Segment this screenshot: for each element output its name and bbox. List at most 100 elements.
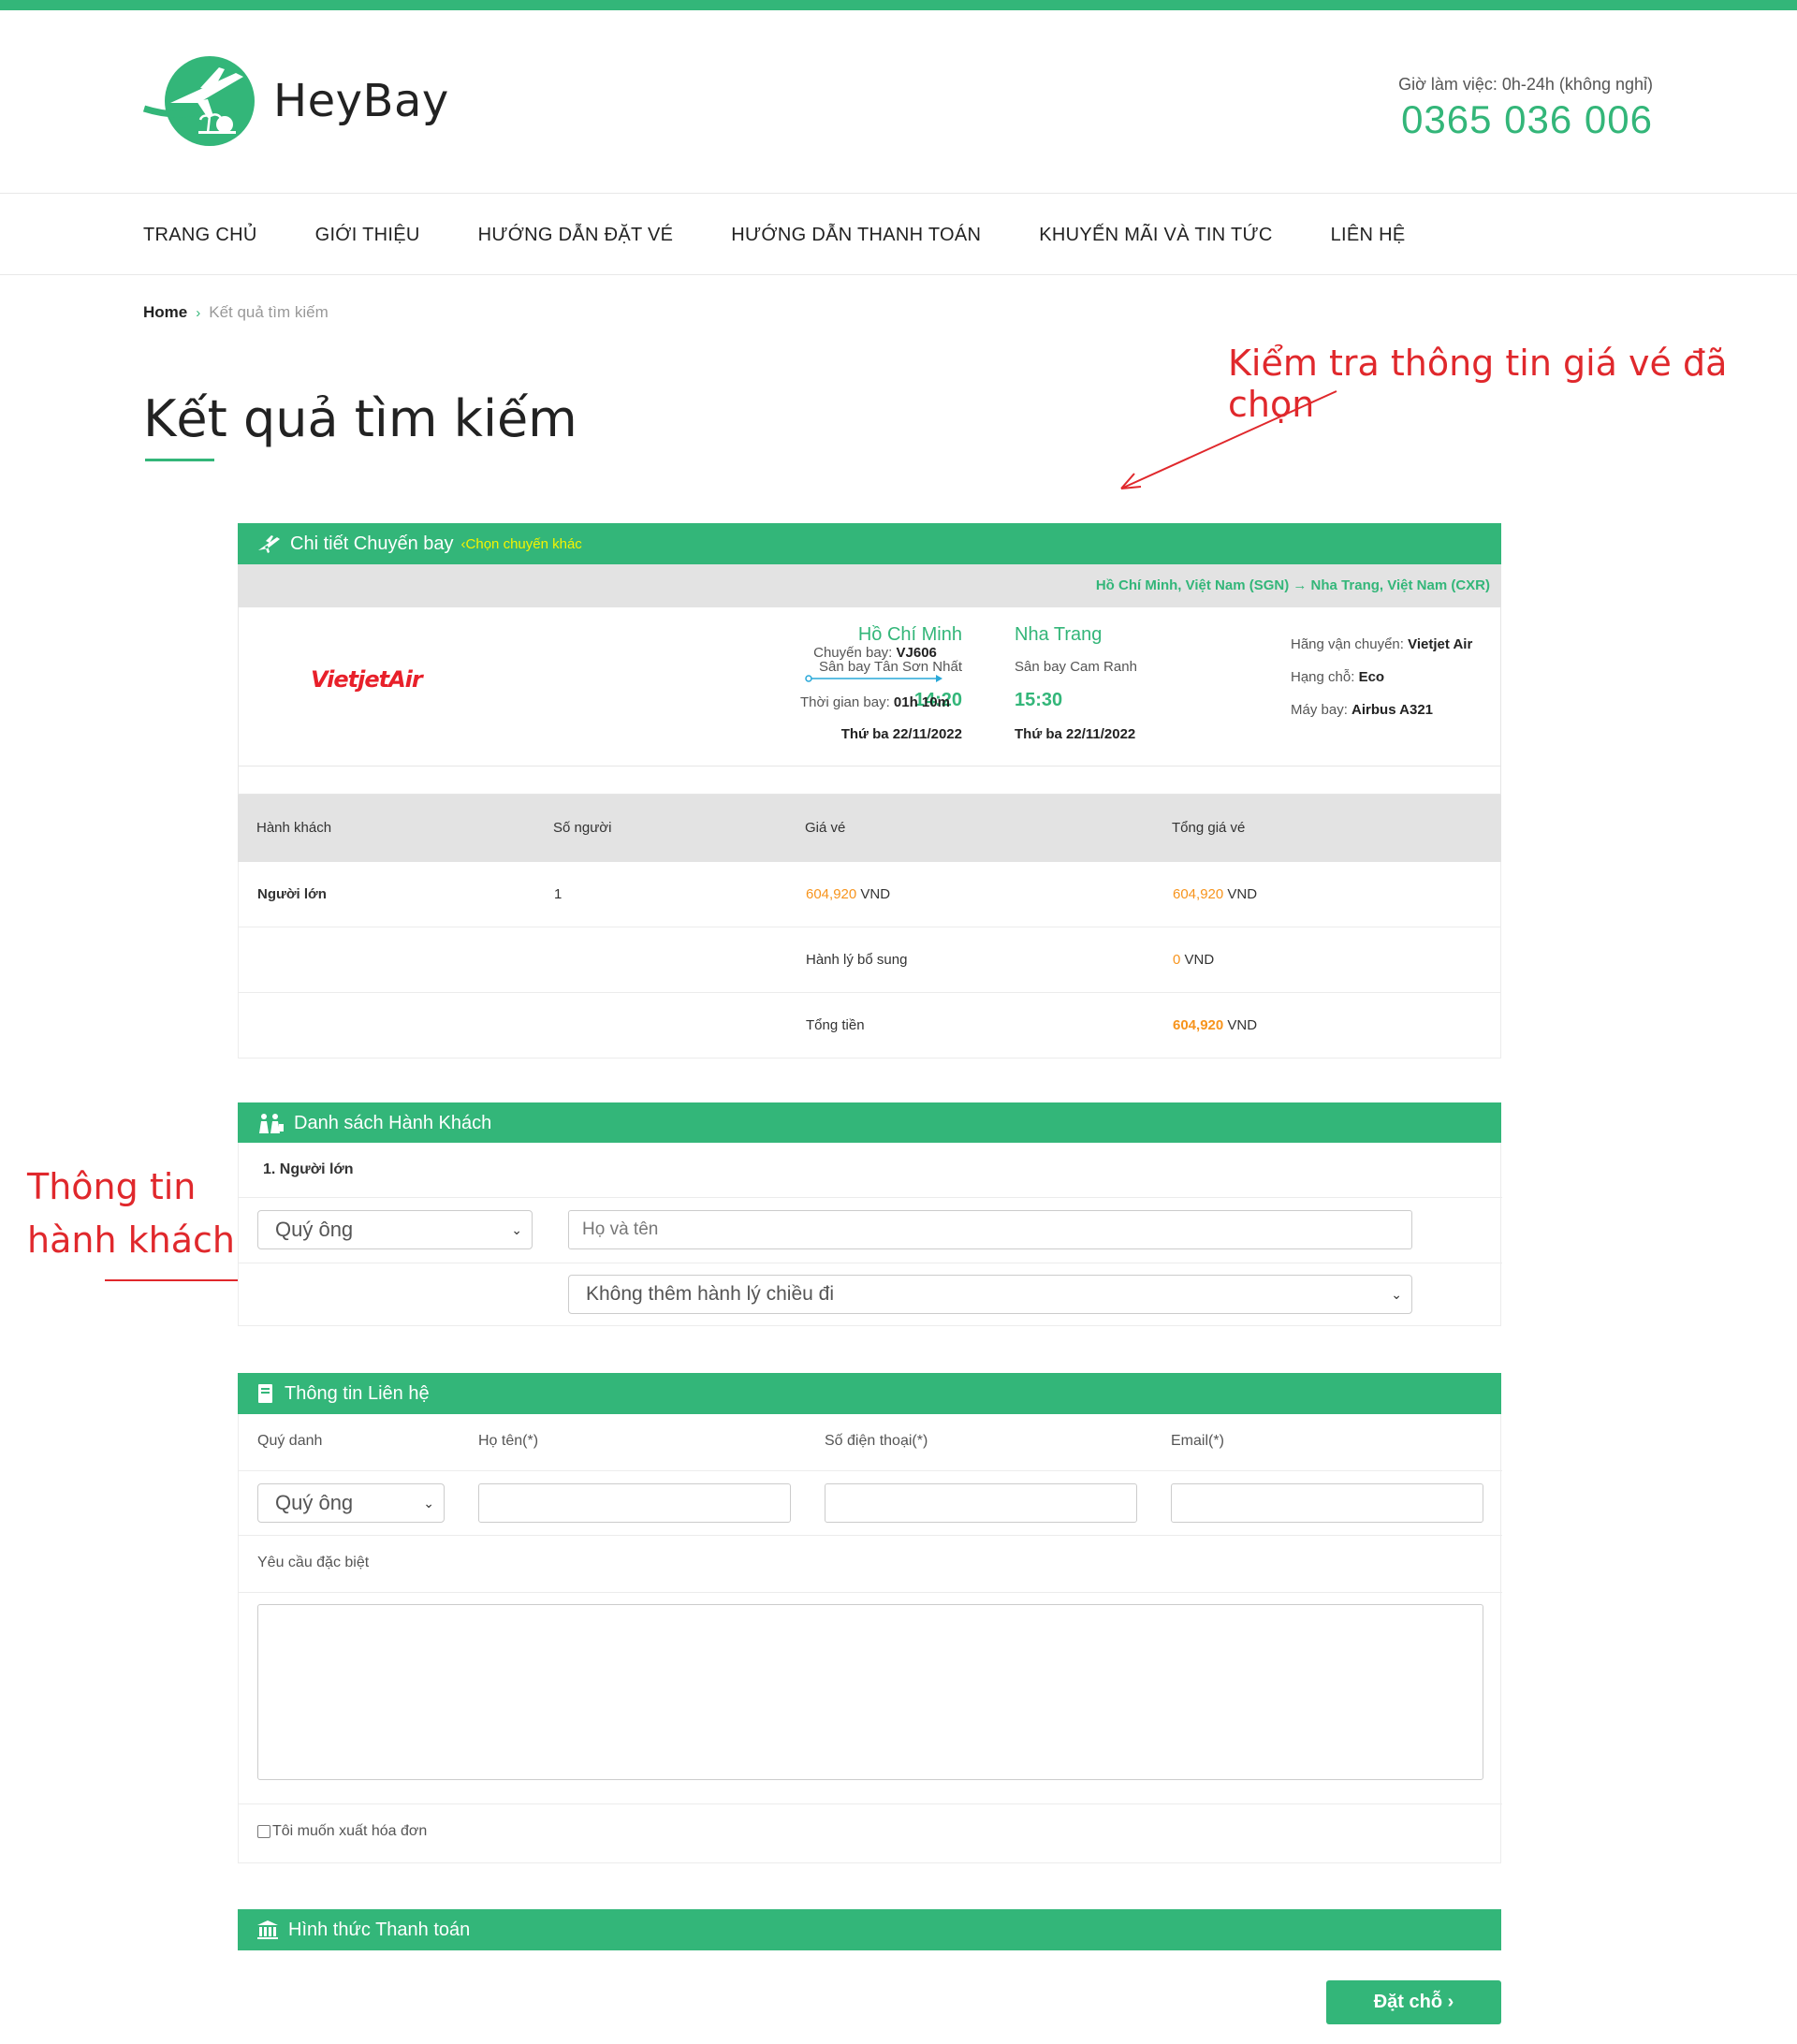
label-name: Họ tên(*) <box>478 1433 539 1449</box>
aircraft-label: Máy bay: <box>1291 702 1348 718</box>
book-button[interactable]: Đặt chỗ › <box>1326 1980 1501 2024</box>
flight-no-label: Chuyến bay: <box>813 645 893 661</box>
flight-mid-info: Chuyến bay: VJ606 Thời gian bay: 01h 10m <box>782 645 969 710</box>
flight-detail-header: Chi tiết Chuyến bay ‹Chọn chuyến khác <box>238 523 1501 564</box>
baggage-select-value: Không thêm hành lý chiều đi <box>586 1283 835 1305</box>
nav-item-home[interactable]: TRANG CHỦ <box>143 225 257 246</box>
contact-book-icon <box>256 1383 275 1404</box>
annotation-passenger-line1: Thông tin <box>27 1166 197 1207</box>
route-summary: Hồ Chí Minh, Việt Nam (SGN) → Nha Trang,… <box>238 564 1501 607</box>
arrival-airport: Sân bay Cam Ranh <box>1015 659 1137 675</box>
payment-method-title: Hình thức Thanh toán <box>288 1919 471 1940</box>
currency: VND <box>1227 1017 1258 1033</box>
departure-city: Hồ Chí Minh <box>857 624 962 645</box>
passenger-list-title: Danh sách Hành Khách <box>294 1112 492 1133</box>
class-value: Eco <box>1358 669 1385 685</box>
price-table-header: Hành khách Số người Giá vé Tổng giá vé <box>238 795 1501 862</box>
divider <box>239 1803 1502 1804</box>
passenger-list-header: Danh sách Hành Khách <box>238 1102 1501 1144</box>
arrival-time: 15:30 <box>1015 690 1063 710</box>
title-underline <box>145 459 214 461</box>
chevron-down-icon: ⌄ <box>511 1222 522 1237</box>
table-row: Hành lý bổ sung 0 VND <box>238 927 1501 993</box>
duration-label: Thời gian bay: <box>800 694 890 710</box>
grand-total-label: Tổng tiền <box>806 1017 865 1033</box>
airplane-icon <box>256 533 281 554</box>
annotation-check-price: Kiểm tra thông tin giá vé đã chọn <box>1228 343 1728 425</box>
invoice-label[interactable]: Tôi muốn xuất hóa đơn <box>272 1823 427 1840</box>
passengers-icon <box>256 1113 285 1133</box>
adult-price: 604,920 <box>806 886 857 902</box>
class-label: Hạng chỗ: <box>1291 669 1355 685</box>
contact-title-value: Quý ông <box>275 1491 354 1514</box>
baggage-value: 0 <box>1173 952 1181 968</box>
header-passenger: Hành khách <box>256 820 332 836</box>
airplane-logo-icon <box>142 54 256 148</box>
divider <box>239 1470 1502 1471</box>
passenger-title-select[interactable]: Quý ông ⌄ <box>257 1210 533 1249</box>
annotation-passenger-line2: hành khách <box>27 1219 235 1261</box>
top-accent-bar <box>0 0 1797 10</box>
baggage-select[interactable]: Không thêm hành lý chiều đi ⌄ <box>568 1275 1412 1314</box>
adult-count: 1 <box>554 886 562 902</box>
header-price: Giá vé <box>805 820 846 836</box>
flight-number: VJ606 <box>896 645 937 661</box>
arrival-info: Nha Trang Sân bay Cam Ranh 15:30 Thứ ba … <box>1015 624 1137 742</box>
table-row: Tổng tiền 604,920 VND <box>238 993 1501 1058</box>
hotline-number[interactable]: 0365 036 006 <box>1401 97 1653 142</box>
aircraft-value: Airbus A321 <box>1351 702 1434 718</box>
nav-item-payment-guide[interactable]: HƯỚNG DẪN THANH TOÁN <box>731 225 981 246</box>
arrival-date: Thứ ba 22/11/2022 <box>1015 726 1136 742</box>
contact-info-header: Thông tin Liên hệ <box>238 1373 1501 1414</box>
site-logo[interactable]: HeyBay <box>142 54 449 148</box>
chevron-down-icon: ⌄ <box>423 1496 434 1511</box>
flight-detail-title: Chi tiết Chuyến bay <box>290 533 454 554</box>
adult-label: Người lớn <box>257 886 327 902</box>
contact-form: Quý danh Họ tên(*) Số điện thoại(*) Emai… <box>238 1414 1502 1863</box>
passenger-label: 1. Người lớn <box>263 1161 354 1177</box>
departure-date: Thứ ba 22/11/2022 <box>840 726 962 742</box>
payment-method-header: Hình thức Thanh toán <box>238 1909 1501 1950</box>
nav-item-promotions[interactable]: KHUYẾN MÃI VÀ TIN TỨC <box>1039 225 1272 246</box>
currency: VND <box>1227 886 1258 902</box>
special-request-textarea[interactable] <box>257 1604 1483 1780</box>
baggage-label: Hành lý bổ sung <box>806 952 908 968</box>
carrier-label: Hãng vận chuyển: <box>1291 636 1404 652</box>
arrival-city: Nha Trang <box>1015 624 1103 645</box>
special-request-label: Yêu cầu đặc biệt <box>257 1555 370 1570</box>
flight-duration: 01h 10m <box>893 694 950 710</box>
breadcrumb: Home › Kết quả tìm kiếm <box>143 303 329 322</box>
label-email: Email(*) <box>1171 1433 1224 1449</box>
main-nav: TRANG CHỦ GIỚI THIỆU HƯỚNG DẪN ĐẶT VÉ HƯ… <box>0 193 1797 275</box>
nav-item-booking-guide[interactable]: HƯỚNG DẪN ĐẶT VÉ <box>478 225 674 246</box>
breadcrumb-separator: › <box>196 304 201 321</box>
chevron-down-icon: ⌄ <box>1391 1287 1402 1302</box>
contact-name-input[interactable] <box>478 1483 791 1523</box>
vietjet-logo: VietjetAir <box>311 666 423 693</box>
nav-item-about[interactable]: GIỚI THIỆU <box>315 225 420 246</box>
currency: VND <box>860 886 891 902</box>
passenger-title-value: Quý ông <box>275 1218 354 1241</box>
flight-path-icon <box>805 672 945 685</box>
change-flight-link[interactable]: ‹Chọn chuyến khác <box>461 536 582 552</box>
contact-title-select[interactable]: Quý ông ⌄ <box>257 1483 445 1523</box>
label-title: Quý danh <box>257 1433 323 1449</box>
contact-phone-input[interactable] <box>825 1483 1137 1523</box>
table-row: Người lớn 1 604,920 VND 604,920 VND <box>238 862 1501 927</box>
header-total: Tổng giá vé <box>1172 820 1246 836</box>
label-phone: Số điện thoại(*) <box>825 1433 928 1449</box>
nav-item-contact[interactable]: LIÊN HỆ <box>1331 225 1406 246</box>
grand-total-value: 604,920 <box>1173 1017 1224 1033</box>
passenger-name-input[interactable]: Họ và tên <box>568 1210 1412 1249</box>
carrier-value: Vietjet Air <box>1408 636 1473 652</box>
price-spacer <box>238 766 1501 795</box>
breadcrumb-home[interactable]: Home <box>143 303 187 322</box>
flight-detail-box: VietjetAir Hồ Chí Minh Sân bay Tân Sơn N… <box>238 607 1501 766</box>
invoice-checkbox[interactable] <box>257 1825 270 1838</box>
work-hours: Giờ làm việc: 0h-24h (không nghỉ) <box>1398 75 1653 94</box>
page-title: Kết quả tìm kiếm <box>143 389 577 448</box>
divider <box>239 1535 1502 1536</box>
logo-text: HeyBay <box>273 75 449 127</box>
passenger-form: 1. Người lớn Quý ông ⌄ Họ và tên Không t… <box>238 1143 1502 1326</box>
contact-email-input[interactable] <box>1171 1483 1483 1523</box>
